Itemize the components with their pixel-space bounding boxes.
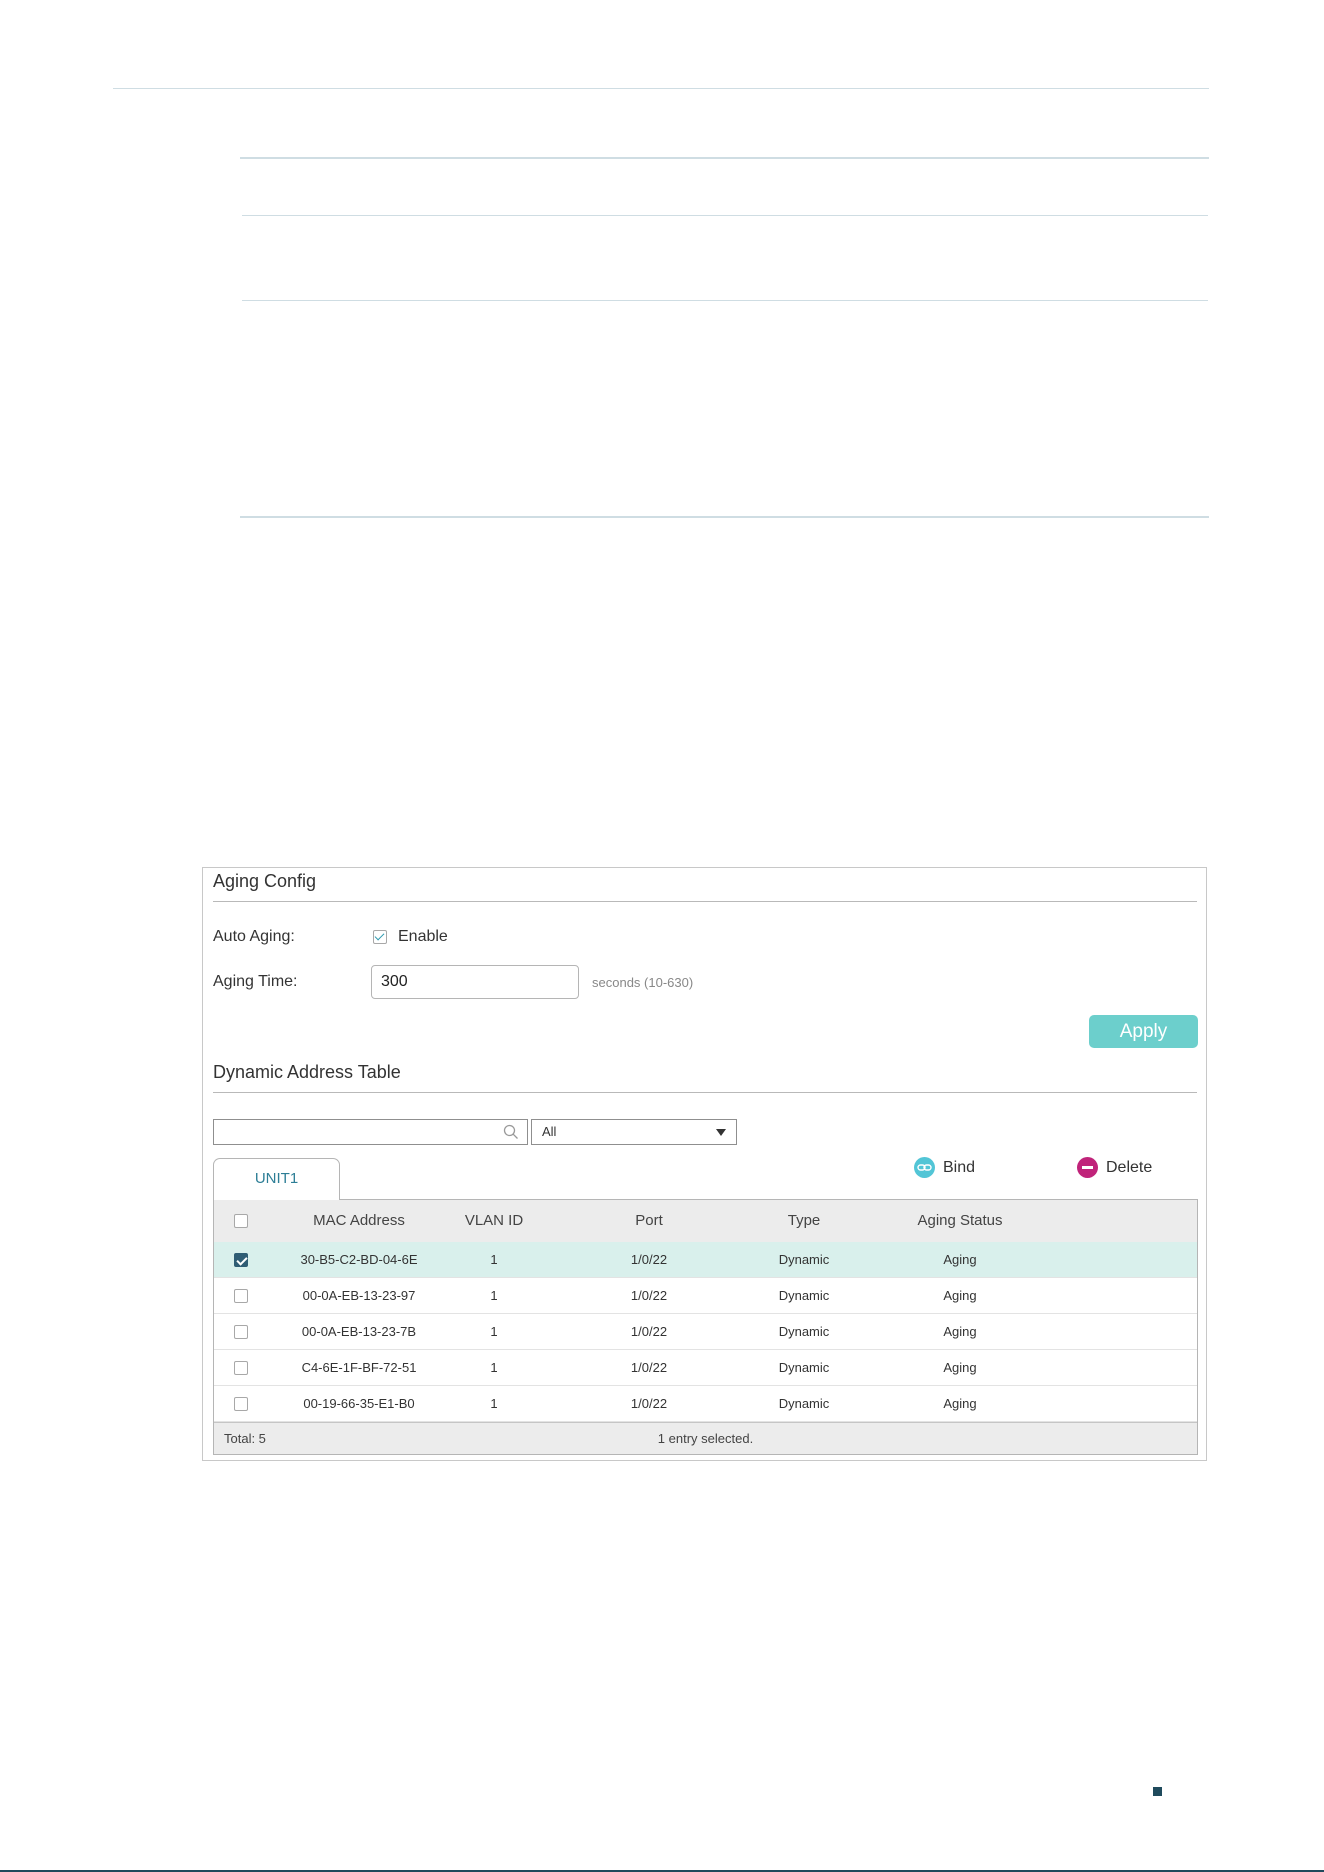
cell-vlan: 1	[490, 1396, 498, 1411]
cell-port: 1/0/22	[630, 1360, 668, 1375]
filter-select[interactable]: All	[531, 1119, 737, 1145]
cell-port: 1/0/22	[630, 1288, 668, 1303]
cell-status: Aging	[943, 1288, 977, 1303]
cell-vlan: 1	[490, 1252, 498, 1267]
dynamic-address-table: MAC Address VLAN ID Port Type Aging Stat…	[213, 1199, 1198, 1455]
cell-status: Aging	[943, 1324, 977, 1339]
bind-button[interactable]: Bind	[914, 1157, 975, 1178]
filter-select-value: All	[542, 1124, 557, 1139]
row-checkbox[interactable]	[234, 1289, 248, 1303]
search-icon[interactable]	[503, 1124, 519, 1140]
bind-label: Bind	[943, 1158, 976, 1176]
cell-port: 1/0/22	[630, 1324, 668, 1339]
cell-type: Dynamic	[778, 1396, 830, 1411]
cell-port: 1/0/22	[630, 1396, 668, 1411]
minus-circle-icon	[1077, 1157, 1098, 1178]
select-all-checkbox[interactable]	[234, 1214, 248, 1228]
cell-status: Aging	[943, 1396, 977, 1411]
table-row[interactable]: C4-6E-1F-BF-72-51 1 1/0/22 Dynamic Aging	[214, 1350, 1197, 1386]
table-rule-4	[240, 516, 1209, 518]
selection-status: 1 entry selected.	[657, 1431, 754, 1446]
cell-port: 1/0/22	[630, 1252, 668, 1267]
cell-vlan: 1	[490, 1288, 498, 1303]
table-rule-3	[242, 300, 1208, 301]
cell-type: Dynamic	[778, 1360, 830, 1375]
dynamic-table-title: Dynamic Address Table	[213, 1062, 401, 1082]
section-divider	[213, 901, 1197, 902]
cell-type: Dynamic	[778, 1324, 830, 1339]
aging-config-title: Aging Config	[213, 871, 317, 891]
cell-status: Aging	[943, 1360, 977, 1375]
auto-aging-label: Auto Aging:	[213, 928, 295, 945]
table-row[interactable]: 00-19-66-35-E1-B0 1 1/0/22 Dynamic Aging	[214, 1386, 1197, 1422]
tab-unit1[interactable]: UNIT1	[213, 1158, 340, 1200]
delete-label: Delete	[1106, 1158, 1153, 1176]
row-checkbox[interactable]	[234, 1253, 248, 1267]
table-footer: Total: 5 1 entry selected.	[214, 1422, 1197, 1454]
cell-status: Aging	[943, 1252, 977, 1267]
cell-vlan: 1	[490, 1360, 498, 1375]
page-marker	[1153, 1787, 1162, 1796]
header-rule	[113, 88, 1209, 89]
table-header: MAC Address VLAN ID Port Type Aging Stat…	[214, 1200, 1197, 1243]
table-rule-2	[242, 215, 1208, 216]
column-header-aging-status[interactable]: Aging Status	[870, 1200, 1050, 1242]
table-row[interactable]: 00-0A-EB-13-23-97 1 1/0/22 Dynamic Aging	[214, 1278, 1197, 1314]
enable-label: Enable	[398, 928, 448, 945]
aging-time-input[interactable]: 300	[371, 965, 579, 999]
section-divider	[213, 1092, 1197, 1093]
table-row[interactable]: 00-0A-EB-13-23-7B 1 1/0/22 Dynamic Aging	[214, 1314, 1197, 1350]
row-checkbox[interactable]	[234, 1361, 248, 1375]
cell-vlan: 1	[490, 1324, 498, 1339]
link-icon	[914, 1157, 935, 1178]
column-header-type[interactable]: Type	[734, 1200, 874, 1242]
delete-button[interactable]: Delete	[1077, 1157, 1152, 1178]
column-header-vlan[interactable]: VLAN ID	[424, 1200, 564, 1242]
apply-button[interactable]: Apply	[1089, 1015, 1198, 1048]
enable-checkbox[interactable]	[373, 930, 387, 944]
aging-time-label: Aging Time:	[213, 973, 298, 990]
aging-config-panel: Aging Config Auto Aging: Enable Aging Ti…	[202, 867, 1207, 1461]
chevron-down-icon	[716, 1129, 726, 1136]
cell-type: Dynamic	[778, 1288, 830, 1303]
row-checkbox[interactable]	[234, 1325, 248, 1339]
table-row[interactable]: 30-B5-C2-BD-04-6E 1 1/0/22 Dynamic Aging	[214, 1242, 1197, 1278]
row-checkbox[interactable]	[234, 1397, 248, 1411]
table-rule-1	[240, 157, 1209, 159]
aging-time-hint: seconds (10-630)	[592, 975, 694, 990]
cell-type: Dynamic	[778, 1252, 830, 1267]
column-header-port[interactable]: Port	[579, 1200, 719, 1242]
search-input[interactable]	[213, 1119, 528, 1145]
